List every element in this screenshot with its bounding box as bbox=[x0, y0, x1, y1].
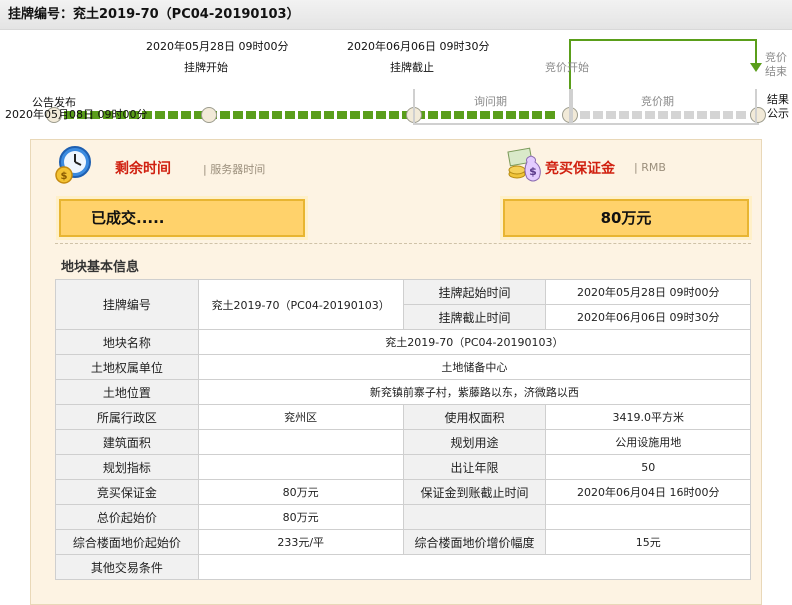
timeline-progress-segment bbox=[337, 111, 347, 119]
deposit-deadline-label: 保证金到账截止时间 bbox=[402, 479, 547, 505]
empty-label-cell bbox=[402, 504, 547, 530]
table-row: 地块名称 兖土2019-70（PC04-20190103） bbox=[55, 329, 752, 355]
total-start-price-value: 80万元 bbox=[197, 504, 404, 530]
end-label: 挂牌截止 bbox=[390, 61, 434, 74]
end-time-value: 2020年06月06日 09时30分 bbox=[545, 304, 751, 330]
clock-money-icon: $ bbox=[55, 146, 91, 184]
result-label-2: 公示 bbox=[767, 107, 789, 120]
owner-label: 土地权属单位 bbox=[55, 354, 199, 380]
listing-no-value: 兖土2019-70（PC04-20190103） bbox=[197, 279, 404, 330]
start-time-value: 2020年05月28日 09时00分 bbox=[545, 279, 751, 305]
timeline-progress-segment bbox=[363, 111, 373, 119]
auction-timeline: 2020年05月28日 09时00分 挂牌开始 2020年06月06日 09时3… bbox=[0, 31, 792, 131]
end-time-text: 2020年06月06日 09时30分 bbox=[347, 40, 490, 53]
end-time-label: 挂牌截止时间 bbox=[402, 304, 547, 330]
divider bbox=[55, 243, 751, 244]
deposit-label: 竞买保证金 bbox=[545, 161, 615, 177]
start-label: 挂牌开始 bbox=[184, 61, 228, 74]
plan-use-label: 规划用途 bbox=[402, 429, 547, 455]
bid-connector-top bbox=[569, 39, 757, 41]
table-row: 土地位置 新兖镇前寨子村，紫藤路以东，济微路以西 bbox=[55, 379, 752, 405]
deposit-row-label: 竞买保证金 bbox=[55, 479, 199, 505]
bid-start-label: 竞价开始 bbox=[545, 61, 589, 74]
timeline-progress-segment bbox=[259, 111, 269, 119]
timeline-progress-segment bbox=[181, 111, 191, 119]
page-title: 挂牌编号：兖土2019-70（PC04-20190103） bbox=[0, 0, 792, 30]
parcel-name-value: 兖土2019-70（PC04-20190103） bbox=[197, 329, 752, 355]
plan-index-label: 规划指标 bbox=[55, 454, 199, 480]
remaining-time-label: 剩余时间 bbox=[115, 161, 171, 177]
plan-index-value bbox=[197, 454, 404, 480]
lease-term-label: 出让年限 bbox=[402, 454, 547, 480]
use-area-value: 3419.0平方米 bbox=[545, 404, 751, 430]
other-conditions-value bbox=[197, 554, 752, 580]
status-text: 已成交..... bbox=[91, 209, 165, 227]
other-conditions-label: 其他交易条件 bbox=[55, 554, 199, 580]
deposit-row-value: 80万元 bbox=[197, 479, 404, 505]
timeline-progress-segment bbox=[298, 111, 308, 119]
table-row: 建筑面积 规划用途 公用设施用地 bbox=[55, 429, 751, 455]
deposit-amount: 80万元 bbox=[600, 209, 652, 227]
start-time-label: 挂牌起始时间 bbox=[402, 279, 547, 305]
table-row: 总价起始价 80万元 bbox=[55, 504, 751, 530]
location-label: 土地位置 bbox=[55, 379, 199, 405]
timeline-progress-segment bbox=[233, 111, 243, 119]
timeline-progress-segment bbox=[220, 111, 230, 119]
building-area-value bbox=[197, 429, 404, 455]
timeline-progress-segment bbox=[168, 111, 178, 119]
table-row: 其他交易条件 bbox=[55, 554, 752, 580]
table-row: 挂牌编号 兖土2019-70（PC04-20190103） 挂牌起始时间 202… bbox=[55, 279, 751, 330]
table-row: 规划指标 出让年限 50 bbox=[55, 454, 751, 480]
floor-increment-value: 15元 bbox=[545, 529, 751, 555]
floor-price-label: 综合楼面地价起始价 bbox=[55, 529, 199, 555]
arrow-down-icon bbox=[750, 63, 762, 72]
inquiry-period-label: 询问期 bbox=[474, 95, 507, 108]
timeline-progress-segment bbox=[272, 111, 282, 119]
svg-text:$: $ bbox=[529, 165, 537, 178]
table-row: 所属行政区 兖州区 使用权面积 3419.0平方米 bbox=[55, 404, 751, 430]
table-row: 竞买保证金 80万元 保证金到账截止时间 2020年06月04日 16时00分 bbox=[55, 479, 751, 505]
building-area-label: 建筑面积 bbox=[55, 429, 199, 455]
timeline-progress-segment bbox=[324, 111, 334, 119]
start-time-text: 2020年05月28日 09时00分 bbox=[146, 40, 289, 53]
status-box: 已成交..... bbox=[59, 199, 305, 237]
table-row: 土地权属单位 土地储备中心 bbox=[55, 354, 752, 380]
deposit-box: 80万元 bbox=[503, 199, 749, 237]
section-title: 地块基本信息 bbox=[61, 260, 140, 275]
bid-connector-down bbox=[755, 39, 757, 65]
timeline-progress-segment bbox=[311, 111, 321, 119]
listing-no-label: 挂牌编号 bbox=[55, 279, 199, 330]
table-row: 综合楼面地价起始价 233元/平 综合楼面地价增价幅度 15元 bbox=[55, 529, 751, 555]
currency-label: | RMB bbox=[634, 161, 666, 174]
empty-value-cell bbox=[545, 504, 751, 530]
floor-increment-label: 综合楼面地价增价幅度 bbox=[402, 529, 547, 555]
district-label: 所属行政区 bbox=[55, 404, 199, 430]
announce-time: 2020年05月08日 09时00分 bbox=[5, 108, 148, 121]
lease-term-value: 50 bbox=[545, 454, 751, 480]
timeline-progress-segment bbox=[285, 111, 295, 119]
svg-text:$: $ bbox=[61, 171, 68, 182]
bid-period-label: 竞价期 bbox=[641, 95, 674, 108]
timeline-progress-segment bbox=[246, 111, 256, 119]
auction-panel: $ 剩余时间 | 服务器时间 $ 竞买保证金 | RMB 已成交..... 80… bbox=[30, 139, 762, 605]
bracket-bottom bbox=[413, 123, 759, 125]
district-value: 兖州区 bbox=[197, 404, 404, 430]
timeline-progress-segment bbox=[155, 111, 165, 119]
money-bag-icon: $ bbox=[507, 147, 541, 182]
bid-end-label-2: 结束 bbox=[765, 65, 787, 78]
deposit-deadline-value: 2020年06月04日 16时00分 bbox=[545, 479, 751, 505]
server-time-label: | 服务器时间 bbox=[203, 163, 266, 176]
parcel-name-label: 地块名称 bbox=[55, 329, 199, 355]
timeline-progress-segment bbox=[389, 111, 399, 119]
owner-value: 土地储备中心 bbox=[197, 354, 752, 380]
location-value: 新兖镇前寨子村，紫藤路以东，济微路以西 bbox=[197, 379, 752, 405]
timeline-node-start bbox=[201, 107, 217, 123]
timeline-progress-segment bbox=[376, 111, 386, 119]
floor-price-value: 233元/平 bbox=[197, 529, 404, 555]
parcel-info-table: 挂牌编号 兖土2019-70（PC04-20190103） 挂牌起始时间 202… bbox=[55, 279, 752, 580]
total-start-price-label: 总价起始价 bbox=[55, 504, 199, 530]
plan-use-value: 公用设施用地 bbox=[545, 429, 751, 455]
timeline-progress-segment bbox=[350, 111, 360, 119]
use-area-label: 使用权面积 bbox=[402, 404, 547, 430]
